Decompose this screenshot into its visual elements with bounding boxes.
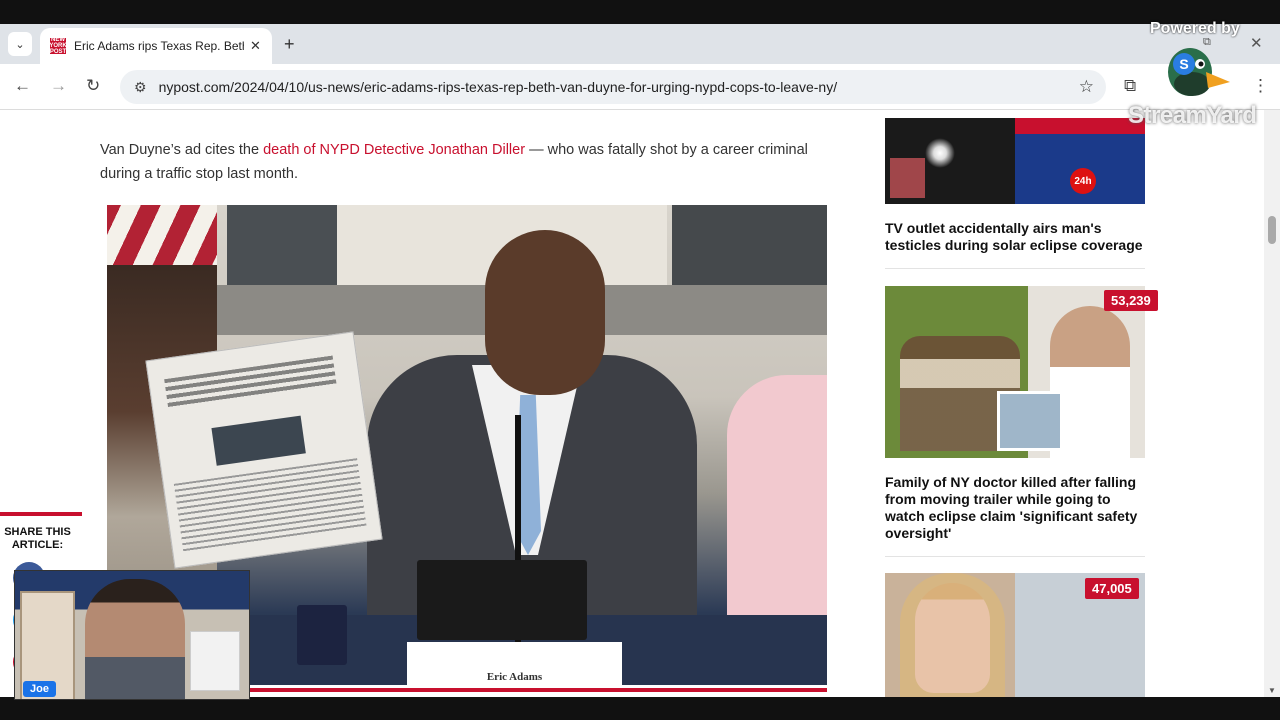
photo-tablet: [417, 560, 587, 640]
site-info-icon[interactable]: ⚙: [134, 79, 147, 96]
story-1-title[interactable]: TV outlet accidentally airs man's testic…: [885, 220, 1147, 254]
back-icon[interactable]: ←: [14, 76, 31, 96]
broadcast-red-banner: [1015, 118, 1145, 134]
story-2-view-count-badge: 53,239: [1104, 290, 1158, 311]
page-scrollbar[interactable]: ▼: [1264, 110, 1280, 697]
screen-top-letterbox: [0, 0, 1280, 24]
webcam-person: [85, 579, 185, 699]
tab-title: Eric Adams rips Texas Rep. Beth Van Duyn…: [74, 39, 244, 53]
story-2-image[interactable]: [885, 286, 1145, 458]
censor-blur: [890, 158, 925, 198]
streamyard-watermark: Powered by S StreamYard: [1128, 18, 1268, 133]
article-paragraph: Van Duyne’s ad cites the death of NYPD D…: [100, 138, 820, 186]
diller-death-link[interactable]: death of NYPD Detective Jonathan Diller: [263, 142, 525, 158]
story-3-view-count-badge: 47,005: [1085, 578, 1139, 599]
newspaper-text-lines: [173, 458, 367, 554]
watermark-brand: StreamYard: [1128, 102, 1257, 129]
photo-window-left: [227, 205, 337, 285]
tab-list-button[interactable]: ⌄: [8, 32, 32, 56]
tab-strip: ⌄ NEW YORK POST Eric Adams rips Texas Re…: [0, 24, 1280, 64]
tab-close-icon[interactable]: ✕: [250, 38, 261, 54]
reload-icon[interactable]: ↻: [86, 76, 100, 96]
eclipse-spot: [925, 138, 955, 168]
photo-speaker-head: [485, 230, 605, 395]
new-tab-button[interactable]: +: [284, 34, 295, 55]
browser-toolbar: ← → ↻ ⚙ nypost.com/2024/04/10/us-news/er…: [0, 64, 1280, 110]
webcam-background-poster: [190, 631, 240, 691]
story-divider: [885, 268, 1145, 269]
scroll-down-icon[interactable]: ▼: [1268, 686, 1276, 695]
story-divider: [885, 556, 1145, 557]
watermark-powered-by: Powered by: [1150, 20, 1240, 37]
scroll-thumb[interactable]: [1268, 216, 1276, 244]
trailer-inset: [997, 391, 1063, 451]
share-label: SHARE THIS ARTICLE:: [4, 526, 71, 551]
url-text[interactable]: nypost.com/2024/04/10/us-news/eric-adams…: [159, 79, 838, 95]
paragraph-prefix: Van Duyne’s ad cites the: [100, 142, 264, 158]
story-1-image[interactable]: 24h: [885, 118, 1145, 204]
webcam-overlay: Joe: [14, 570, 250, 700]
photo-newspaper: [145, 331, 383, 569]
chevron-down-icon: ⌄: [15, 38, 25, 51]
screen-bottom-letterbox: [0, 697, 1280, 720]
streamyard-duck-logo-icon: S: [1168, 48, 1230, 96]
webcam-name-tag: Joe: [23, 681, 56, 697]
active-tab[interactable]: NEW YORK POST Eric Adams rips Texas Rep.…: [40, 28, 272, 64]
bookmark-star-icon[interactable]: ☆: [1079, 77, 1094, 97]
tv-channel-logo: 24h: [1070, 168, 1096, 194]
forward-icon[interactable]: →: [50, 76, 67, 96]
nypost-favicon-icon: NEW YORK POST: [49, 37, 67, 55]
photo-nameplate: Eric Adams: [407, 642, 622, 685]
story-2-title[interactable]: Family of NY doctor killed after falling…: [885, 474, 1147, 542]
duck-letter: S: [1179, 56, 1188, 72]
share-accent-line: [0, 512, 82, 516]
address-bar[interactable]: ⚙ nypost.com/2024/04/10/us-news/eric-ada…: [120, 70, 1106, 104]
photo-mug: [297, 605, 347, 665]
newspaper-image: [211, 415, 306, 466]
portrait-face: [915, 583, 990, 693]
photo-window-right: [672, 205, 827, 290]
screen: ⌄ NEW YORK POST Eric Adams rips Texas Re…: [0, 0, 1280, 720]
newspaper-headline: [164, 355, 337, 409]
